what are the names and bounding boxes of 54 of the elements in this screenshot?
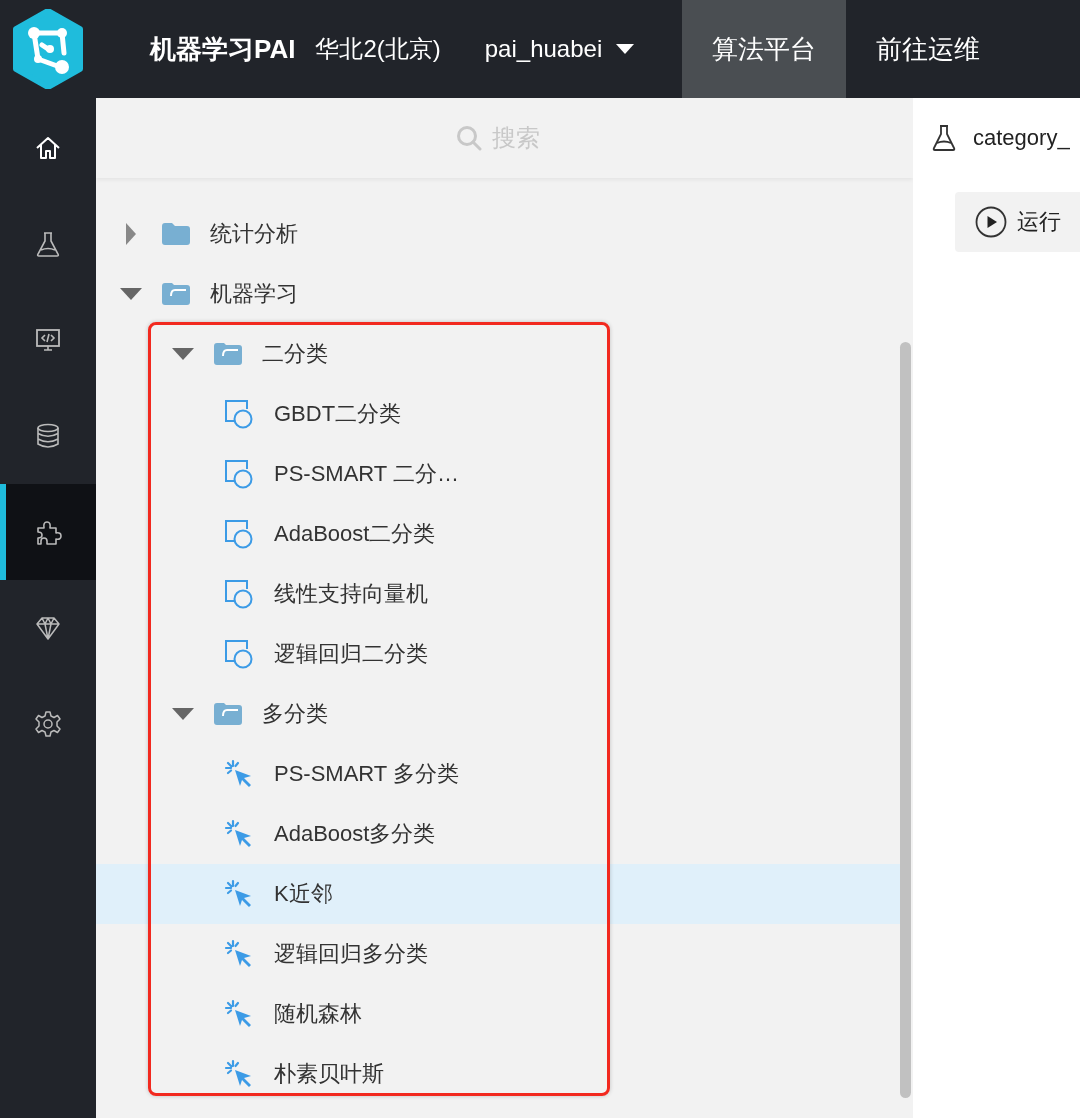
nav-tab[interactable]: 算法平台: [682, 0, 847, 98]
click-cursor-icon: [224, 759, 254, 789]
monitor-icon: [34, 326, 62, 354]
click-cursor-icon: [224, 999, 254, 1029]
tree-item[interactable]: 机器学习: [96, 264, 900, 324]
tree-item[interactable]: 逻辑回归二分类: [96, 624, 900, 684]
home-icon: [34, 134, 62, 162]
tree-item[interactable]: GBDT二分类: [96, 384, 900, 444]
logo-icon[interactable]: [12, 9, 84, 89]
square-circle-icon: [224, 459, 254, 489]
scrollbar-thumb[interactable]: [900, 342, 911, 1098]
app-title: 机器学习PAI: [150, 32, 296, 66]
experiment-title: category_: [973, 125, 1070, 151]
caret-icon: [616, 44, 635, 54]
tree-item[interactable]: PS-SMART 多分类: [96, 744, 900, 804]
tree-item[interactable]: K近邻: [96, 864, 900, 924]
tree-item[interactable]: PS-SMART 二分…: [96, 444, 900, 504]
play-icon: [975, 206, 1007, 238]
click-cursor-icon: [224, 1059, 254, 1089]
square-circle-icon: [224, 519, 254, 549]
open-folder-icon: [162, 283, 190, 305]
run-button[interactable]: 运行: [955, 192, 1080, 252]
database-icon: [34, 422, 62, 450]
open-folder-icon: [214, 343, 242, 365]
folder-icon: [162, 223, 190, 245]
tree-item[interactable]: 随机森林: [96, 984, 900, 1044]
square-circle-icon: [224, 579, 254, 609]
flask-icon: [34, 230, 62, 258]
tree-item[interactable]: 逻辑回归多分类: [96, 924, 900, 984]
square-circle-icon: [224, 399, 254, 429]
puzzle-icon: [34, 518, 62, 546]
click-cursor-icon: [224, 879, 254, 909]
click-cursor-icon: [224, 939, 254, 969]
collapse-arrow-icon: [172, 708, 194, 720]
settings-icon: [34, 710, 62, 738]
tree-item[interactable]: 统计分析: [96, 204, 900, 264]
open-folder-icon: [214, 703, 242, 725]
nav-tab[interactable]: 前往运维: [846, 0, 1011, 98]
region-label[interactable]: 华北2(北京): [315, 33, 441, 65]
workspace-dropdown[interactable]: pai_huabei: [484, 35, 635, 63]
tree-item[interactable]: 多分类: [96, 684, 900, 744]
collapse-arrow-icon: [120, 288, 142, 300]
search-icon: [455, 125, 482, 151]
sidebar-button[interactable]: [0, 484, 96, 580]
tree-item[interactable]: 二分类: [96, 324, 900, 384]
tree-item[interactable]: 线性支持向量机: [96, 564, 900, 624]
tree-item[interactable]: AdaBoost二分类: [96, 504, 900, 564]
click-cursor-icon: [224, 819, 254, 849]
collapse-arrow-icon: [172, 348, 194, 360]
tree-item[interactable]: 朴素贝叶斯: [96, 1044, 900, 1104]
flask-icon: [931, 124, 957, 152]
diamond-icon: [34, 614, 62, 642]
square-circle-icon: [224, 639, 254, 669]
tree-item[interactable]: AdaBoost多分类: [96, 804, 900, 864]
